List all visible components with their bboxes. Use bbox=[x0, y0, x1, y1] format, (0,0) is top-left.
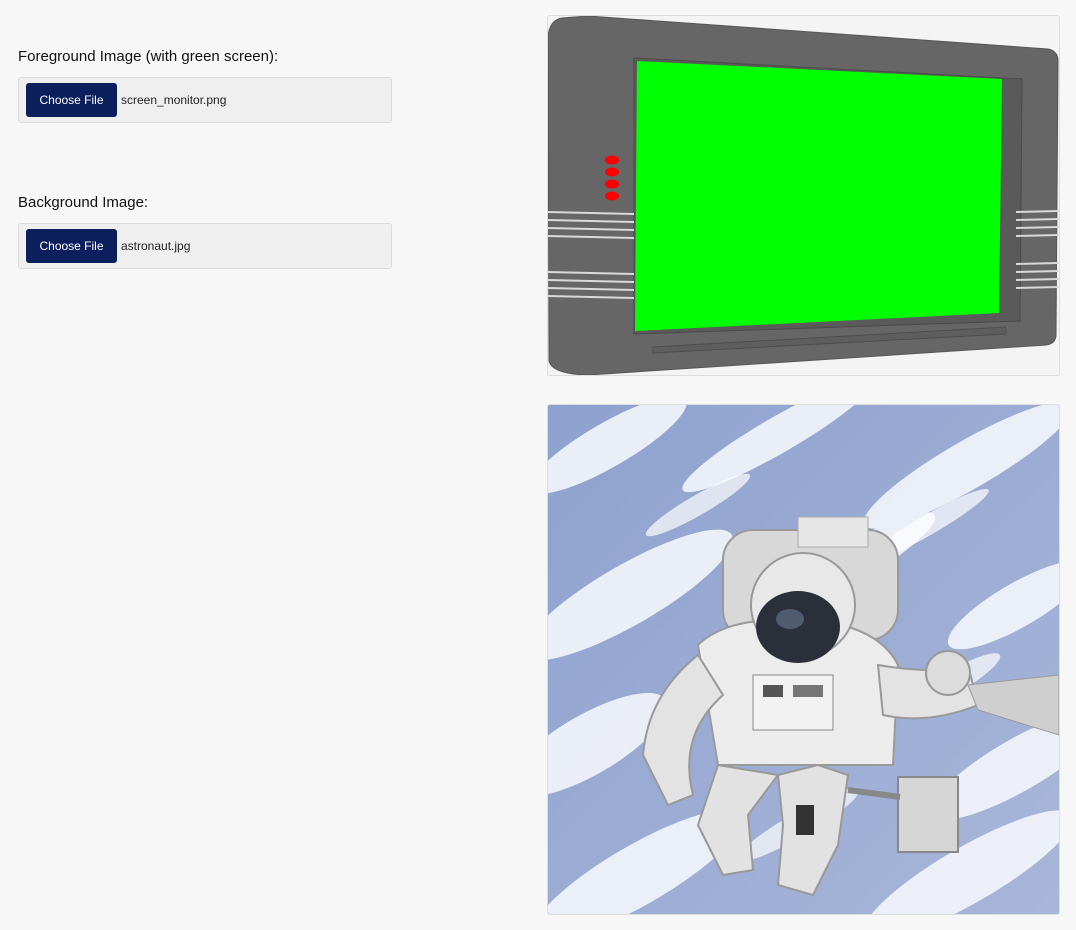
background-label: Background Image: bbox=[18, 194, 149, 211]
foreground-file-input[interactable]: Choose File screen_monitor.png bbox=[18, 77, 392, 123]
astronaut-photo bbox=[548, 405, 1059, 914]
background-preview-image bbox=[547, 404, 1060, 915]
foreground-preview-image bbox=[547, 15, 1060, 376]
foreground-file-name: screen_monitor.png bbox=[121, 93, 227, 107]
background-file-input[interactable]: Choose File astronaut.jpg bbox=[18, 223, 392, 269]
background-choose-file-button[interactable]: Choose File bbox=[26, 229, 117, 263]
foreground-field: Foreground Image (with green screen): Ch… bbox=[18, 47, 394, 123]
foreground-choose-file-button[interactable]: Choose File bbox=[26, 83, 117, 117]
green-screen-area bbox=[635, 61, 1002, 331]
background-field: Background Image: Choose File astronaut.… bbox=[18, 193, 394, 269]
background-file-name: astronaut.jpg bbox=[121, 239, 191, 253]
monitor-illustration bbox=[548, 16, 1059, 375]
foreground-label: Foreground Image (with green screen): bbox=[18, 48, 279, 65]
